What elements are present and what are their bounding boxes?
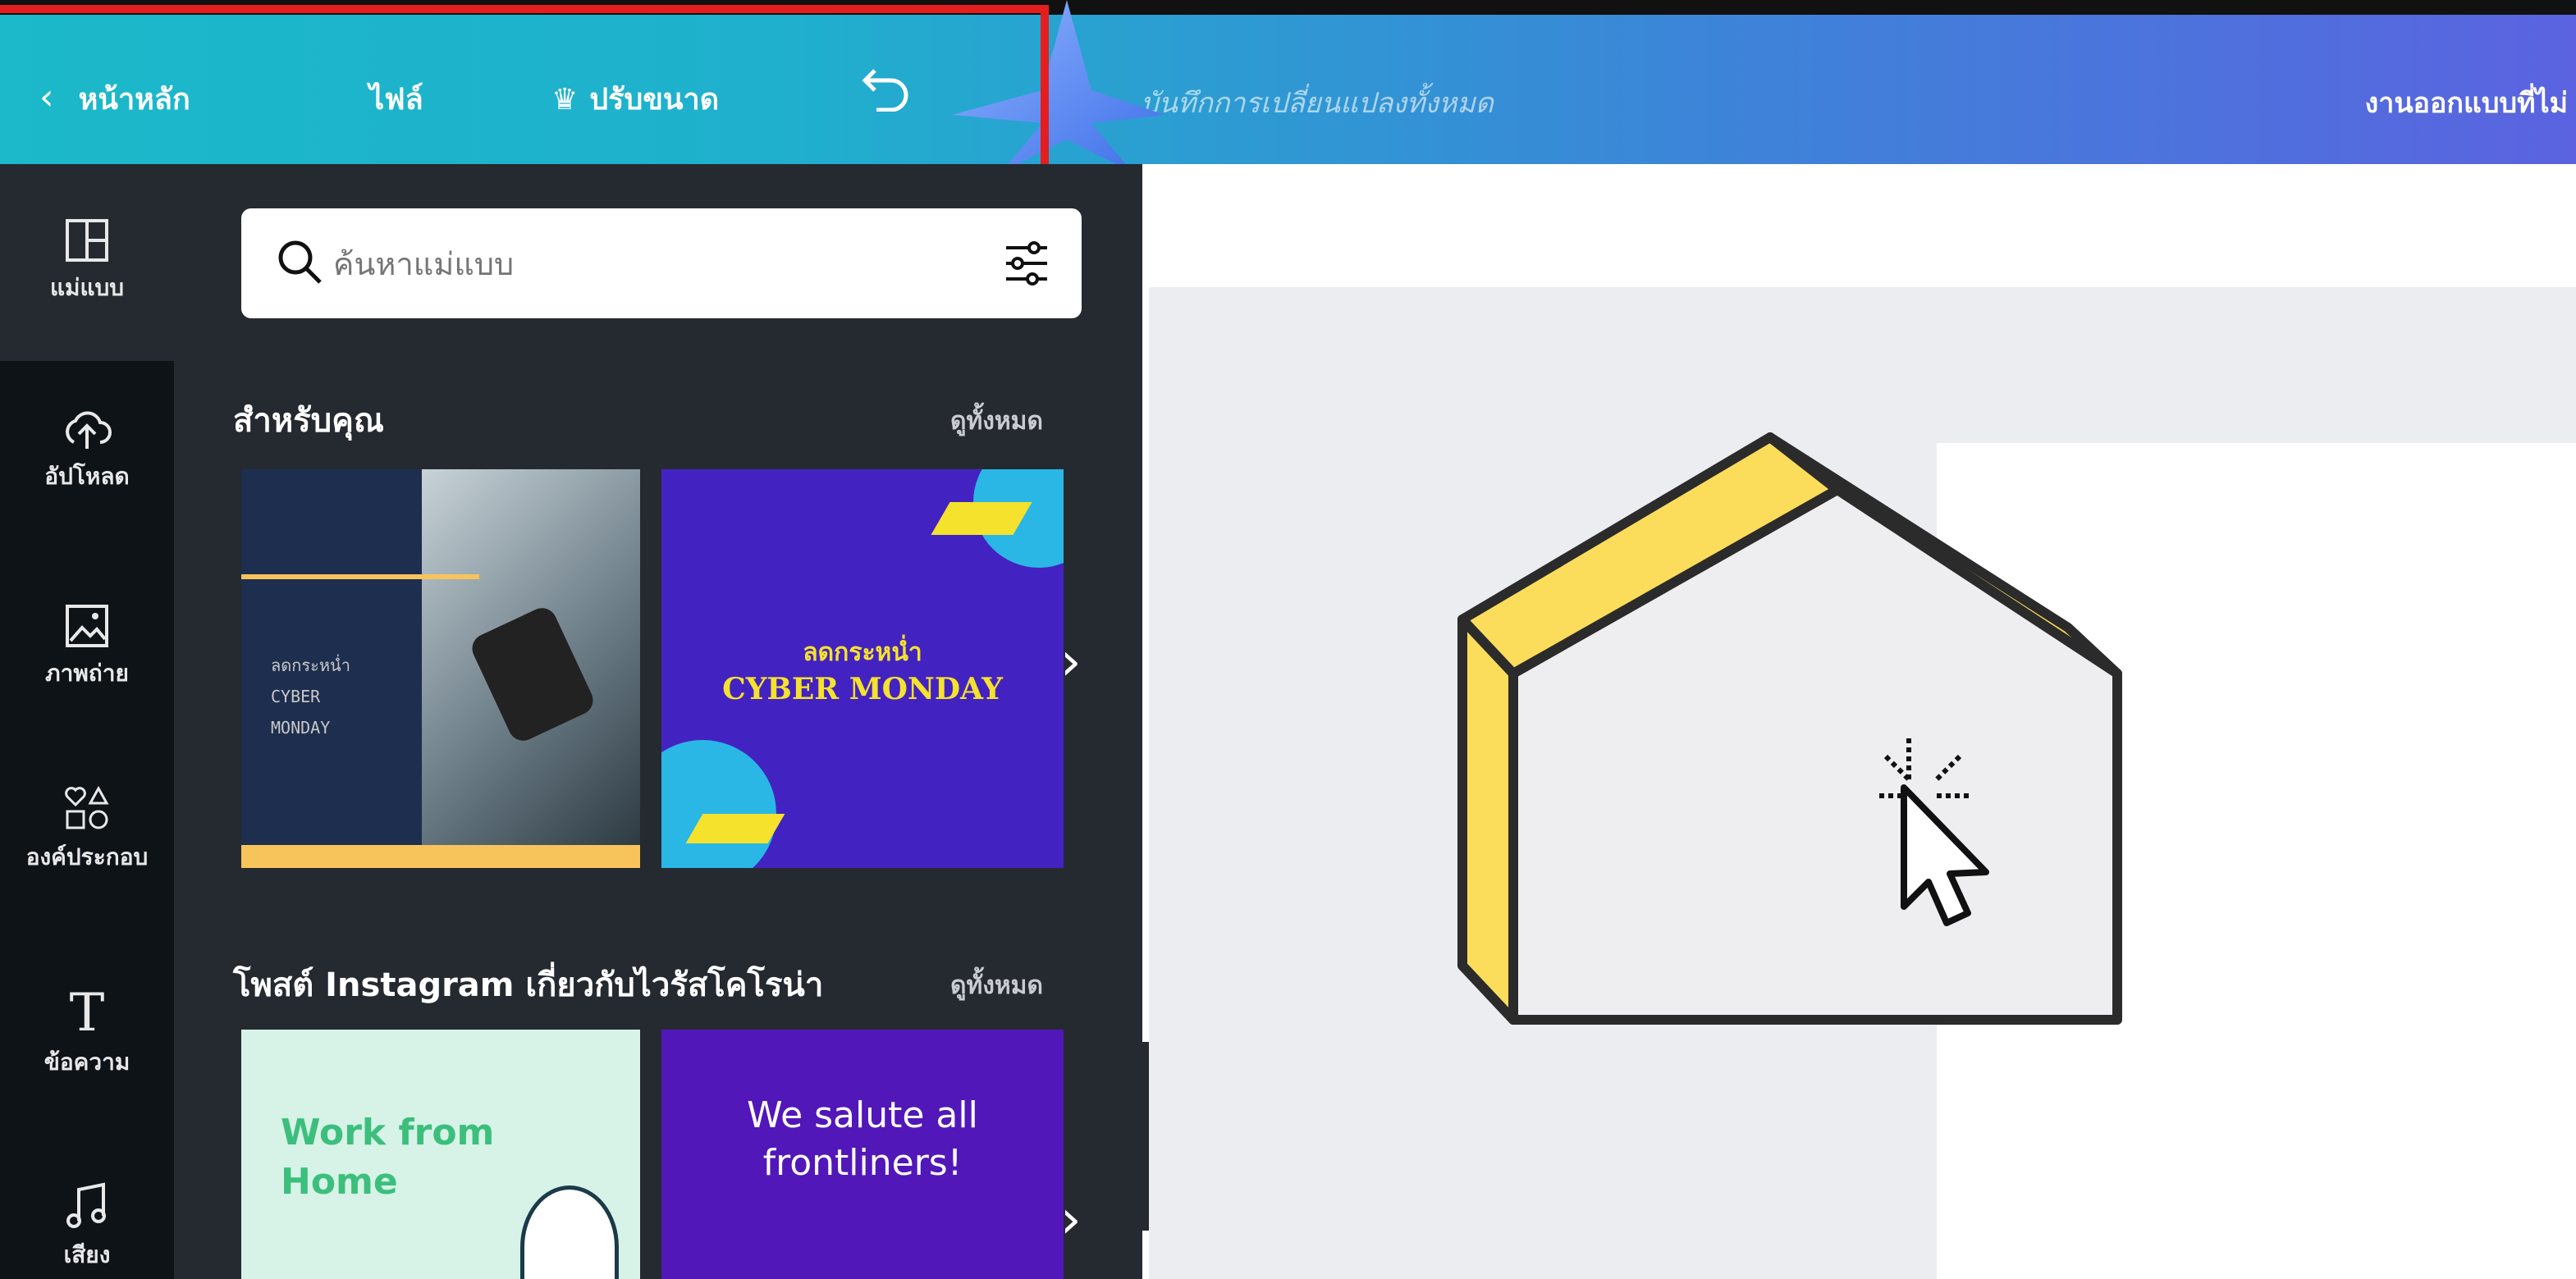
carousel-next-button[interactable]: › bbox=[1060, 632, 1082, 692]
card-bottom-stripe bbox=[241, 845, 640, 868]
sidebar-item-label: ภาพถ่าย bbox=[45, 660, 129, 687]
star-sparkle-icon bbox=[952, 0, 1165, 172]
card-divider bbox=[241, 574, 479, 579]
design-title[interactable]: งานออกแบบที่ไม่ bbox=[2365, 80, 2568, 125]
card-text: ลดกระหน่ำ bbox=[271, 655, 350, 675]
card-text: We salute all bbox=[747, 1094, 978, 1136]
see-all-link[interactable]: ดูทั้งหมด bbox=[950, 966, 1043, 1005]
top-bar: ‹ หน้าหลัก ไฟล์ ♛ ปรับขนาด บันทึกการเปลี่ย… bbox=[0, 0, 2576, 164]
carousel-next-button[interactable]: › bbox=[1060, 1190, 1082, 1250]
see-all-link[interactable]: ดูทั้งหมด bbox=[950, 402, 1043, 441]
sidebar-item-templates[interactable]: แม่แบบ bbox=[0, 217, 174, 306]
search-input[interactable] bbox=[332, 231, 959, 297]
save-status: บันทึกการเปลี่ยนแปลงทั้งหมด bbox=[1141, 87, 1494, 120]
card-blob bbox=[661, 740, 776, 868]
section-title-instagram: โพสต์ Instagram เกี่ยวกับไวรัสโคโรน่า bbox=[233, 966, 824, 1004]
crown-icon: ♛ bbox=[551, 83, 579, 116]
chevron-left-icon: ‹ bbox=[39, 76, 54, 118]
sidebar-item-label: ข้อความ bbox=[43, 1048, 130, 1076]
sidebar-item-audio[interactable]: เสียง bbox=[0, 1181, 174, 1273]
card-text: MONDAY bbox=[271, 718, 331, 738]
layout-icon bbox=[66, 219, 108, 262]
template-card[interactable]: ลดกระหน่ำ CYBER MONDAY bbox=[241, 469, 640, 868]
search-icon bbox=[278, 240, 322, 284]
sidebar-item-elements[interactable]: องค์ประกอบ bbox=[0, 783, 174, 875]
template-card[interactable]: Work from Home bbox=[241, 1030, 640, 1279]
card-text: CYBER bbox=[271, 687, 321, 706]
resize-button[interactable]: ♛ ปรับขนาด bbox=[551, 75, 719, 122]
house-illustration bbox=[1457, 432, 2122, 1025]
sidebar-item-photos[interactable]: ภาพถ่าย bbox=[0, 603, 174, 692]
templates-panel: สำหรับคุณ ดูทั้งหมด ลดกระหน่ำ CYBER MOND… bbox=[174, 164, 1142, 1279]
home-button[interactable]: ‹ หน้าหลัก bbox=[39, 75, 190, 122]
sidebar-item-label: เสียง bbox=[63, 1241, 111, 1268]
card-text: Work from bbox=[281, 1112, 495, 1153]
resize-label: ปรับขนาด bbox=[589, 83, 720, 116]
upload-cloud-icon bbox=[66, 411, 112, 449]
card-text: frontliners! bbox=[762, 1142, 963, 1184]
home-label: หน้าหลัก bbox=[78, 83, 190, 116]
template-card[interactable]: ลดกระหน่ำ CYBER MONDAY bbox=[661, 469, 1064, 868]
person-illustration bbox=[520, 1185, 619, 1279]
undo-button[interactable] bbox=[858, 69, 911, 119]
music-note-icon bbox=[66, 1182, 106, 1228]
shapes-icon bbox=[65, 785, 109, 829]
image-icon bbox=[66, 605, 108, 647]
filter-sliders-icon[interactable] bbox=[1001, 238, 1052, 289]
card-text: CYBER MONDAY bbox=[722, 672, 1003, 706]
template-card[interactable]: We salute all frontliners! bbox=[661, 1030, 1064, 1279]
text-icon: T bbox=[69, 983, 105, 1044]
card-text: Home bbox=[281, 1161, 398, 1203]
search-box[interactable] bbox=[241, 208, 1082, 318]
card-zigzag bbox=[685, 814, 785, 843]
sidebar-item-label: แม่แบบ bbox=[49, 274, 125, 301]
sidebar-item-label: อัปโหลด bbox=[44, 463, 130, 490]
section-title-for-you: สำหรับคุณ bbox=[233, 402, 384, 440]
card-text: ลดกระหน่ำ bbox=[803, 638, 922, 667]
undo-icon bbox=[862, 69, 908, 112]
sidebar-item-text[interactable]: T ข้อความ bbox=[0, 983, 174, 1080]
file-menu-button[interactable]: ไฟล์ bbox=[369, 75, 423, 122]
sidebar-item-label: องค์ประกอบ bbox=[25, 843, 149, 870]
sidebar-item-uploads[interactable]: อัปโหลด bbox=[0, 406, 174, 495]
